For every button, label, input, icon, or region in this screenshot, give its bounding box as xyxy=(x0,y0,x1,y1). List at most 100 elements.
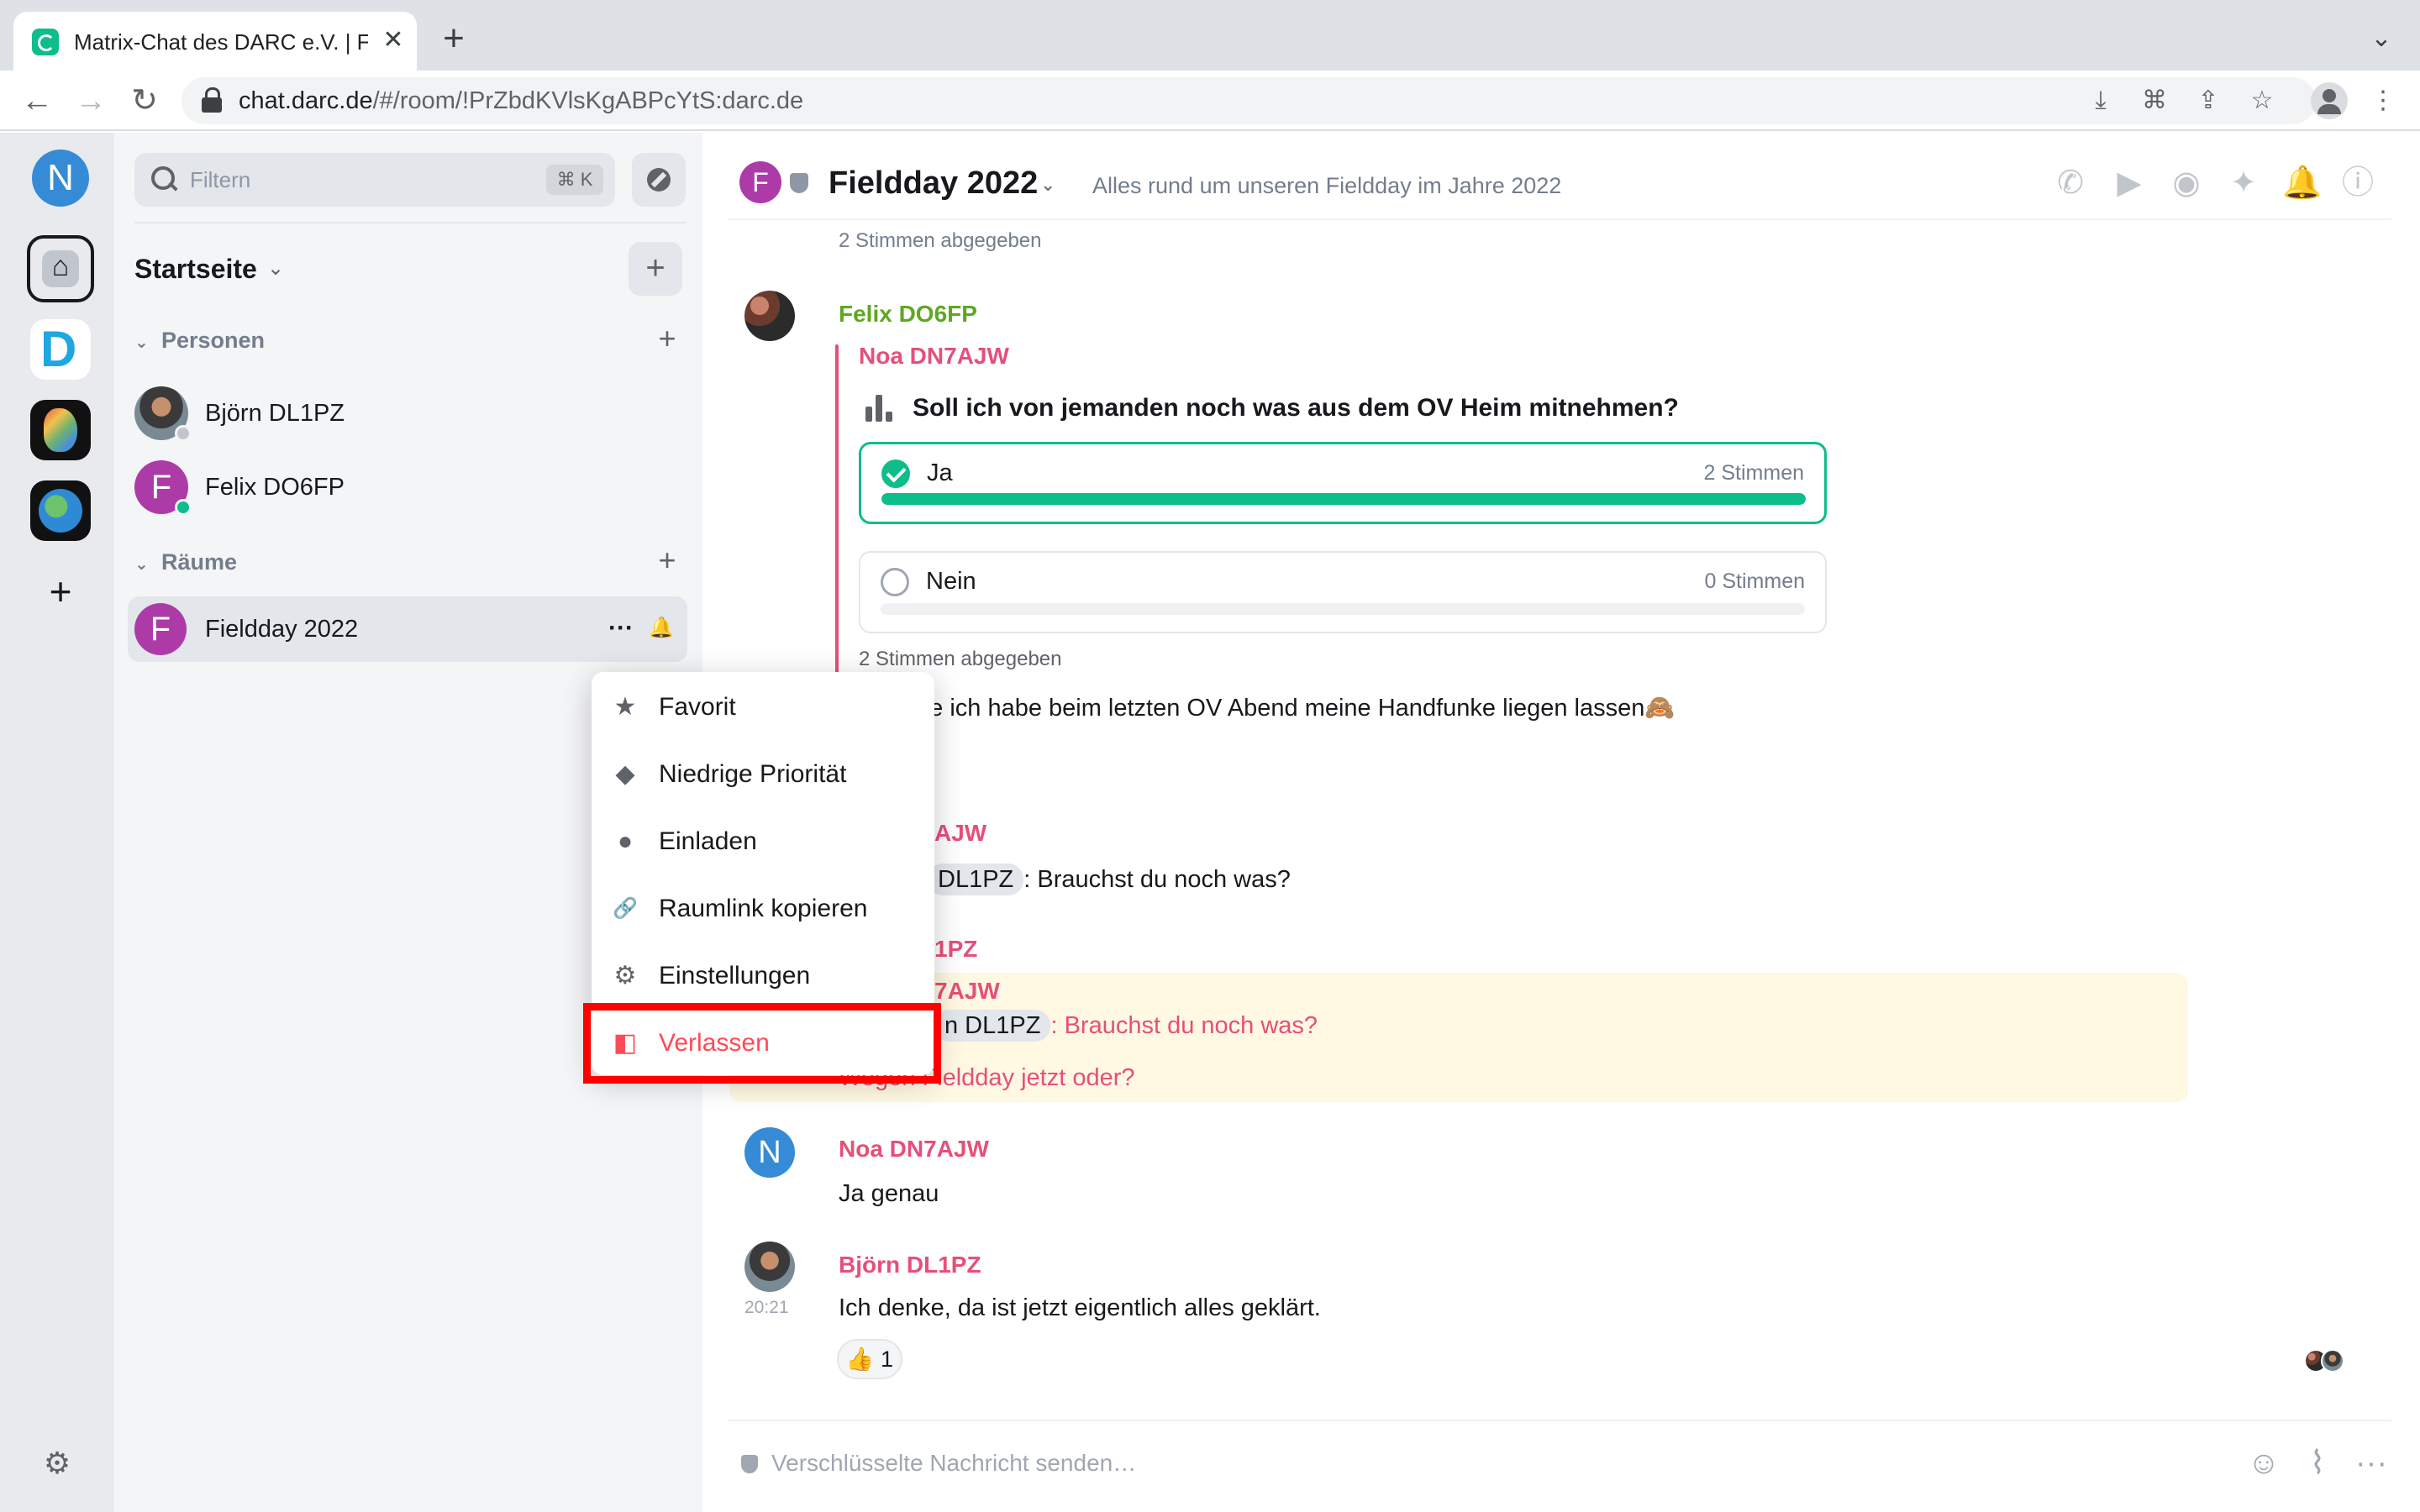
poll-option-nein[interactable]: Nein 0 Stimmen xyxy=(859,551,1827,633)
home-title[interactable]: Startseite xyxy=(134,252,257,286)
add-room-button[interactable]: + xyxy=(629,242,682,296)
video-call-icon[interactable]: ▶ xyxy=(2111,165,2148,202)
notification-bell-icon[interactable]: 🔔 xyxy=(649,613,674,643)
menu-item-label: Raumlink kopieren xyxy=(659,895,868,922)
room-topic[interactable]: Alles rund um unseren Fieldday im Jahre … xyxy=(1092,171,1561,200)
message-body: be ich habe beim letzten OV Abend meine … xyxy=(916,695,1676,722)
install-app-icon[interactable]: ⤓ xyxy=(2084,84,2118,118)
menu-item-copy-room-link[interactable]: 🔗 Raumlink kopieren xyxy=(592,875,934,942)
poll-option-label: Nein xyxy=(926,568,976,595)
share-icon[interactable]: ⇪ xyxy=(2191,84,2225,118)
user-mention-pill[interactable]: DL1PZ xyxy=(928,864,1024,895)
sender-name[interactable]: 1PZ xyxy=(934,934,977,964)
room-title[interactable]: Fieldday 2022 xyxy=(829,163,1038,203)
avatar: F xyxy=(134,603,187,655)
poll-progress-fill xyxy=(881,493,1806,505)
user-menu-avatar[interactable]: N xyxy=(32,150,89,207)
message-body: Ja genau xyxy=(839,1180,939,1207)
message-composer-input[interactable]: Verschlüsselte Nachricht senden… xyxy=(771,1448,1136,1478)
room-item-fieldday-2022[interactable]: F Fieldday 2022 ··· 🔔 xyxy=(128,596,687,662)
room-info-icon[interactable]: ⓘ xyxy=(2339,165,2376,202)
menu-item-invite[interactable]: ● Einladen xyxy=(592,808,934,875)
chevron-down-icon[interactable]: ⌄ xyxy=(267,252,284,286)
room-avatar[interactable]: F xyxy=(739,161,781,203)
explore-rooms-compass-icon[interactable] xyxy=(632,153,686,207)
room-search-icon[interactable]: ◉ xyxy=(2168,165,2205,202)
translate-icon[interactable]: ⌘ xyxy=(2138,84,2171,118)
menu-item-low-priority[interactable]: ◆ Niedrige Priorität xyxy=(592,741,934,808)
chevron-down-icon[interactable]: ⌄ xyxy=(1040,168,1055,202)
browser-tab[interactable]: Matrix-Chat des DARC e.V. | Fi ✕ xyxy=(13,12,417,71)
sender-name[interactable]: AJW xyxy=(934,818,986,848)
more-options-icon[interactable]: ··· xyxy=(2353,1445,2390,1482)
poll-progress-track xyxy=(881,493,1806,505)
star-icon: ★ xyxy=(613,693,637,721)
radio-empty-icon xyxy=(881,568,909,596)
dm-item-bjorn[interactable]: Björn DL1PZ xyxy=(128,378,682,449)
poll-icon xyxy=(865,395,894,422)
lock-icon[interactable] xyxy=(202,87,222,113)
menu-item-favourite[interactable]: ★ Favorit xyxy=(592,674,934,741)
bookmark-star-icon[interactable]: ☆ xyxy=(2245,84,2279,118)
sender-name[interactable]: Noa DN7AJW xyxy=(839,1134,989,1164)
sender-name[interactable]: Felix DO6FP xyxy=(839,299,977,329)
filter-placeholder: Filtern xyxy=(190,167,251,192)
divider xyxy=(728,1420,2391,1421)
tab-search-chevron-icon[interactable]: ⌄ xyxy=(2361,18,2402,59)
message-text: : Brauchst du noch was? xyxy=(1023,866,1291,893)
notifications-bell-icon[interactable]: 🔔 xyxy=(2282,165,2322,202)
sender-avatar[interactable] xyxy=(744,291,795,341)
menu-item-label: Einladen xyxy=(659,827,757,855)
poll-option-ja[interactable]: Ja 2 Stimmen xyxy=(859,442,1827,524)
url-text[interactable]: chat.darc.de/#/room/!PrZbdKVlsKgABPcYtS:… xyxy=(239,86,803,116)
voice-call-icon[interactable]: ✆ xyxy=(2052,165,2089,202)
user-mention-pill[interactable]: n DL1PZ xyxy=(934,1010,1051,1042)
chevron-down-icon: ⌄ xyxy=(134,555,149,574)
tab-close-icon[interactable]: ✕ xyxy=(376,24,410,57)
quoted-sender-name[interactable]: Noa DN7AJW xyxy=(859,341,1009,371)
start-chat-button[interactable]: + xyxy=(652,323,682,354)
message-body: Ich denke, da ist jetzt eigentlich alles… xyxy=(839,1294,1321,1321)
space-map-icon[interactable] xyxy=(30,400,91,460)
quoted-message-body[interactable]: n DL1PZ: Brauchst du noch was? xyxy=(934,1010,1318,1042)
create-space-button[interactable]: + xyxy=(40,571,81,612)
gear-icon: ⚙ xyxy=(613,962,637,990)
sender-avatar[interactable] xyxy=(744,1242,795,1292)
checkmark-icon xyxy=(881,459,910,488)
section-header-rooms[interactable]: ⌄ Räume xyxy=(134,548,237,579)
sender-avatar[interactable]: N xyxy=(744,1127,795,1178)
emoji-icon[interactable]: ☺ xyxy=(2245,1445,2282,1482)
presence-online-dot xyxy=(175,499,192,516)
space-globe-icon[interactable] xyxy=(30,480,91,541)
quoted-text: : Brauchst du noch was? xyxy=(1050,1012,1318,1039)
reaction-thumbs-up[interactable]: 👍 1 xyxy=(837,1339,902,1379)
dm-item-felix[interactable]: F Felix DO6FP xyxy=(128,452,682,522)
invite-user-icon: ● xyxy=(617,827,634,855)
menu-item-label: Favorit xyxy=(659,693,736,721)
menu-item-label: Niedrige Priorität xyxy=(659,760,847,788)
poll-progress-track xyxy=(881,603,1805,615)
home-icon: ⌂ xyxy=(51,250,70,282)
sender-name[interactable]: Björn DL1PZ xyxy=(839,1250,981,1280)
attachment-paperclip-icon[interactable]: ⌇ xyxy=(2299,1445,2336,1482)
element-favicon-icon xyxy=(32,29,59,55)
section-label: Räume xyxy=(161,549,238,575)
room-options-more-icon[interactable]: ··· xyxy=(608,612,634,645)
browser-menu-icon[interactable]: ⋮ xyxy=(2366,84,2400,118)
profile-avatar-icon[interactable] xyxy=(2311,82,2348,119)
forward-arrow-icon[interactable]: → xyxy=(71,82,111,119)
url-path: /#/room/!PrZbdKVlsKgABPcYtS:darc.de xyxy=(372,87,804,114)
message-body: DL1PZ: Brauchst du noch was? xyxy=(928,864,1291,895)
tab-title: Matrix-Chat des DARC e.V. | Fi xyxy=(74,29,368,55)
back-arrow-icon[interactable]: ← xyxy=(17,82,57,119)
section-header-people[interactable]: ⌄ Personen xyxy=(134,326,265,357)
add-room-button[interactable]: + xyxy=(652,545,682,576)
reload-icon[interactable]: ↻ xyxy=(124,82,165,119)
new-tab-button[interactable]: + xyxy=(434,18,474,59)
space-darc-icon[interactable] xyxy=(30,319,91,380)
quick-settings-gear-icon[interactable]: ⚙ xyxy=(40,1446,74,1480)
menu-item-settings[interactable]: ⚙ Einstellungen xyxy=(592,942,934,1010)
pinned-icon[interactable]: ✦ xyxy=(2225,165,2262,202)
quoted-sender-name[interactable]: 7AJW xyxy=(934,976,1000,1006)
read-receipt-avatar[interactable] xyxy=(2321,1349,2344,1373)
